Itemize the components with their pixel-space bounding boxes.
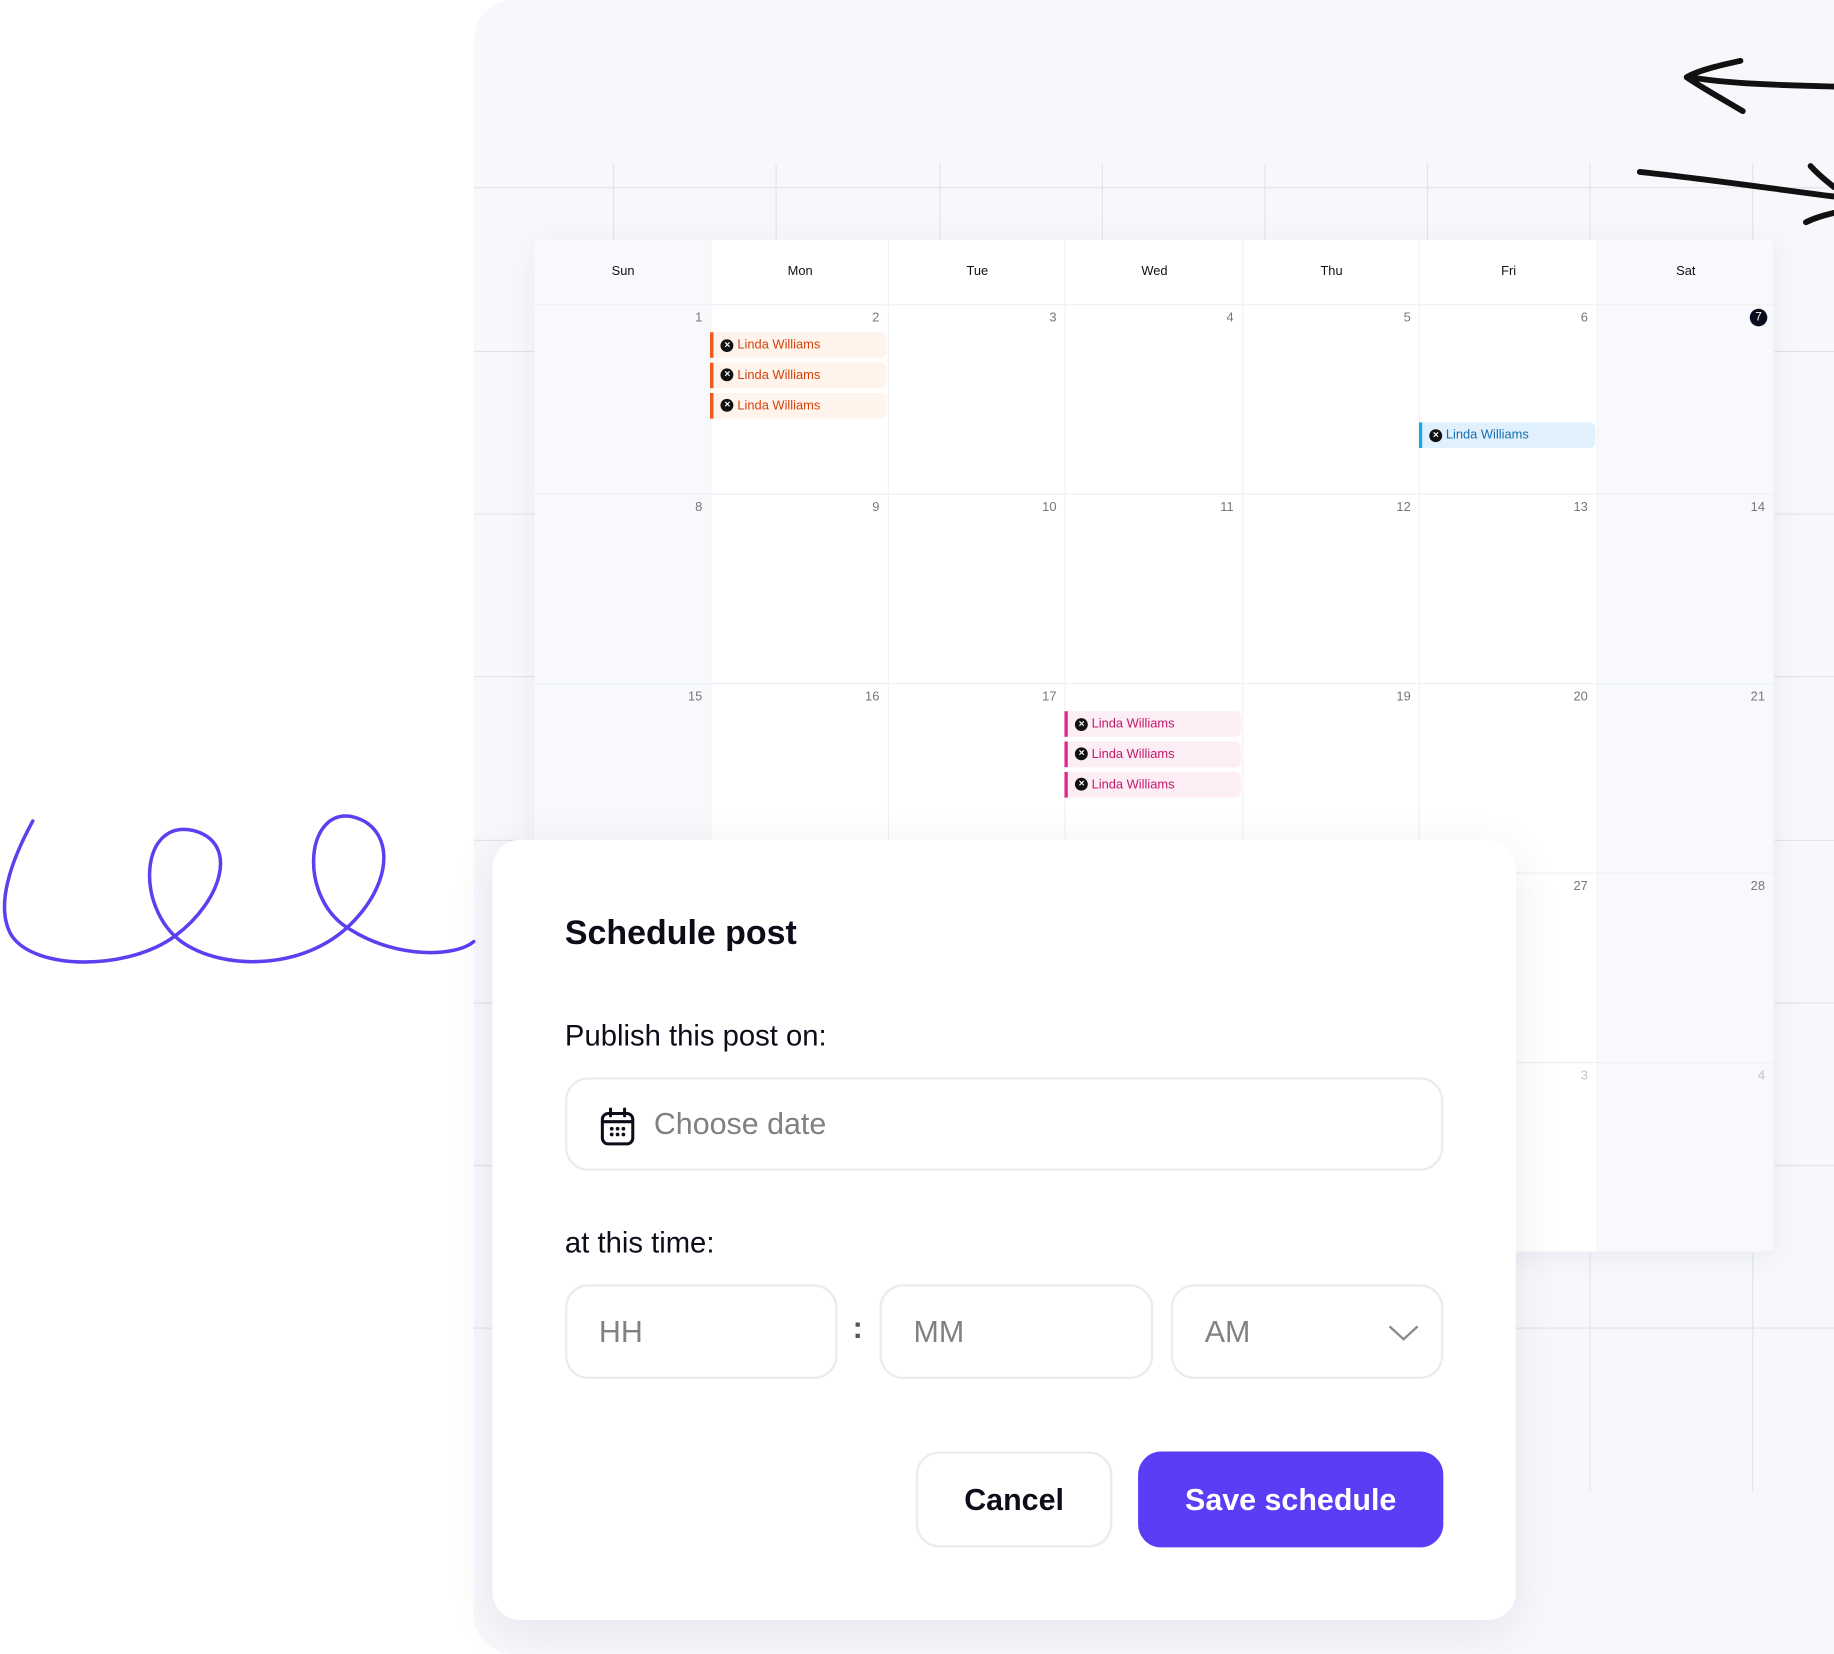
x-logo-icon: ✕	[1429, 429, 1443, 442]
weekday-header: Tue	[966, 264, 989, 279]
calendar-day-cell[interactable]: 4	[1066, 304, 1243, 493]
day-number: 3	[1580, 1069, 1588, 1084]
x-logo-icon: ✕	[1075, 777, 1089, 791]
scheduled-post-event[interactable]: ✕ Linda Williams	[710, 362, 888, 389]
swirl-decoration	[2, 814, 476, 964]
x-logo-icon: ✕	[1075, 747, 1089, 761]
schedule-post-dialog: Schedule post Publish this post on: Choo…	[492, 839, 1516, 1620]
chevron-down-icon	[1388, 1325, 1419, 1341]
day-number: 11	[1220, 500, 1234, 515]
scheduled-post-event[interactable]: ✕ Linda Williams	[1418, 422, 1596, 449]
calendar-day-cell[interactable]: 21	[1597, 683, 1774, 872]
scheduled-post-event[interactable]: ✕ Linda Williams	[1064, 771, 1242, 798]
day-number: 1	[695, 311, 703, 326]
day-number: 27	[1573, 879, 1588, 894]
day-number: 4	[1226, 311, 1234, 326]
calendar-day-cell[interactable]: 6 ✕ Linda Williams	[1418, 304, 1597, 493]
event-title: Linda Williams	[737, 368, 821, 383]
event-title: Linda Williams	[1445, 428, 1529, 443]
calendar-day-cell[interactable]: 13	[1420, 494, 1597, 683]
day-number: 6	[1580, 311, 1588, 326]
time-separator: :	[852, 1309, 863, 1346]
scheduled-post-event[interactable]: ✕ Linda Williams	[710, 332, 888, 358]
day-number: 9	[872, 500, 880, 515]
calendar-icon	[600, 1107, 635, 1146]
calendar-day-cell[interactable]: 11	[1066, 494, 1243, 683]
hour-placeholder: HH	[598, 1313, 643, 1349]
x-logo-icon: ✕	[720, 338, 734, 352]
today-badge: 7	[1749, 308, 1768, 327]
day-number: 21	[1750, 690, 1765, 705]
date-label: Publish this post on:	[564, 1019, 827, 1053]
calendar-day-cell[interactable]: 7	[1597, 304, 1774, 493]
day-number: 19	[1396, 690, 1411, 705]
am-pm-value: AM	[1204, 1313, 1251, 1349]
x-logo-icon: ✕	[720, 398, 734, 412]
x-logo-icon: ✕	[720, 368, 734, 382]
calendar-day-cell[interactable]: 3	[889, 304, 1066, 493]
hour-input[interactable]: HH	[564, 1284, 838, 1380]
day-number: 10	[1042, 500, 1057, 515]
scheduled-post-event[interactable]: ✕ Linda Williams	[1064, 741, 1242, 768]
event-title: Linda Williams	[1091, 716, 1175, 732]
calendar-day-cell[interactable]: 14	[1597, 494, 1774, 683]
minute-placeholder: MM	[913, 1313, 965, 1349]
calendar-day-cell[interactable]: 8	[535, 494, 712, 683]
minute-input[interactable]: MM	[879, 1284, 1154, 1380]
cancel-button[interactable]: Cancel	[915, 1451, 1113, 1548]
am-pm-select[interactable]: AM	[1170, 1284, 1444, 1380]
time-label: at this time:	[564, 1226, 715, 1260]
date-placeholder: Choose date	[653, 1105, 827, 1141]
weekday-header: Wed	[1141, 264, 1168, 279]
event-title: Linda Williams	[1091, 777, 1175, 792]
day-number: 13	[1573, 500, 1588, 515]
day-number: 8	[695, 500, 703, 515]
date-picker-input[interactable]: Choose date	[564, 1077, 1444, 1171]
day-number: 15	[687, 690, 703, 705]
calendar-day-cell[interactable]: 1	[535, 304, 712, 493]
scheduled-post-event[interactable]: ✕ Linda Williams	[1064, 711, 1242, 737]
day-number: 14	[1750, 500, 1765, 515]
day-number: 17	[1042, 690, 1057, 705]
calendar-day-cell[interactable]: 4	[1597, 1062, 1774, 1251]
day-number: 3	[1049, 311, 1057, 326]
day-number: 2	[872, 311, 880, 326]
day-number: 28	[1750, 879, 1765, 894]
dialog-title: Schedule post	[564, 914, 797, 953]
x-logo-icon: ✕	[1075, 717, 1089, 731]
event-title: Linda Williams	[737, 338, 821, 353]
weekday-header: Mon	[787, 264, 813, 279]
calendar-day-cell[interactable]: 28	[1597, 873, 1774, 1062]
calendar-day-cell[interactable]: 2 ✕ Linda Williams ✕ Linda Williams ✕ Linda Wi…	[710, 304, 889, 493]
calendar-day-cell[interactable]: 10	[889, 494, 1066, 683]
grid-line	[473, 187, 1834, 189]
event-title: Linda Williams	[1091, 747, 1175, 762]
day-number: 16	[865, 690, 880, 705]
weekday-header: Sat	[1676, 264, 1696, 279]
weekday-header: Fri	[1501, 264, 1517, 279]
calendar-day-cell[interactable]: 12	[1243, 494, 1420, 683]
weekday-header: Thu	[1320, 264, 1343, 279]
day-number: 5	[1403, 311, 1411, 326]
day-number: 4	[1757, 1069, 1765, 1084]
calendar-day-cell[interactable]: 9	[712, 494, 889, 683]
calendar-day-cell[interactable]: 5	[1243, 304, 1420, 493]
weekday-header: Sun	[611, 264, 635, 279]
scheduled-post-event[interactable]: ✕ Linda Williams	[710, 392, 888, 419]
stage: Sun Mon Tue Wed Thu Fri Sat 1 2 ✕ Linda Williams ✕ L…	[0, 0, 1834, 1654]
day-number: 12	[1396, 500, 1411, 515]
event-title: Linda Williams	[737, 398, 821, 413]
save-schedule-button[interactable]: Save schedule	[1138, 1451, 1444, 1548]
day-number: 20	[1573, 690, 1588, 705]
